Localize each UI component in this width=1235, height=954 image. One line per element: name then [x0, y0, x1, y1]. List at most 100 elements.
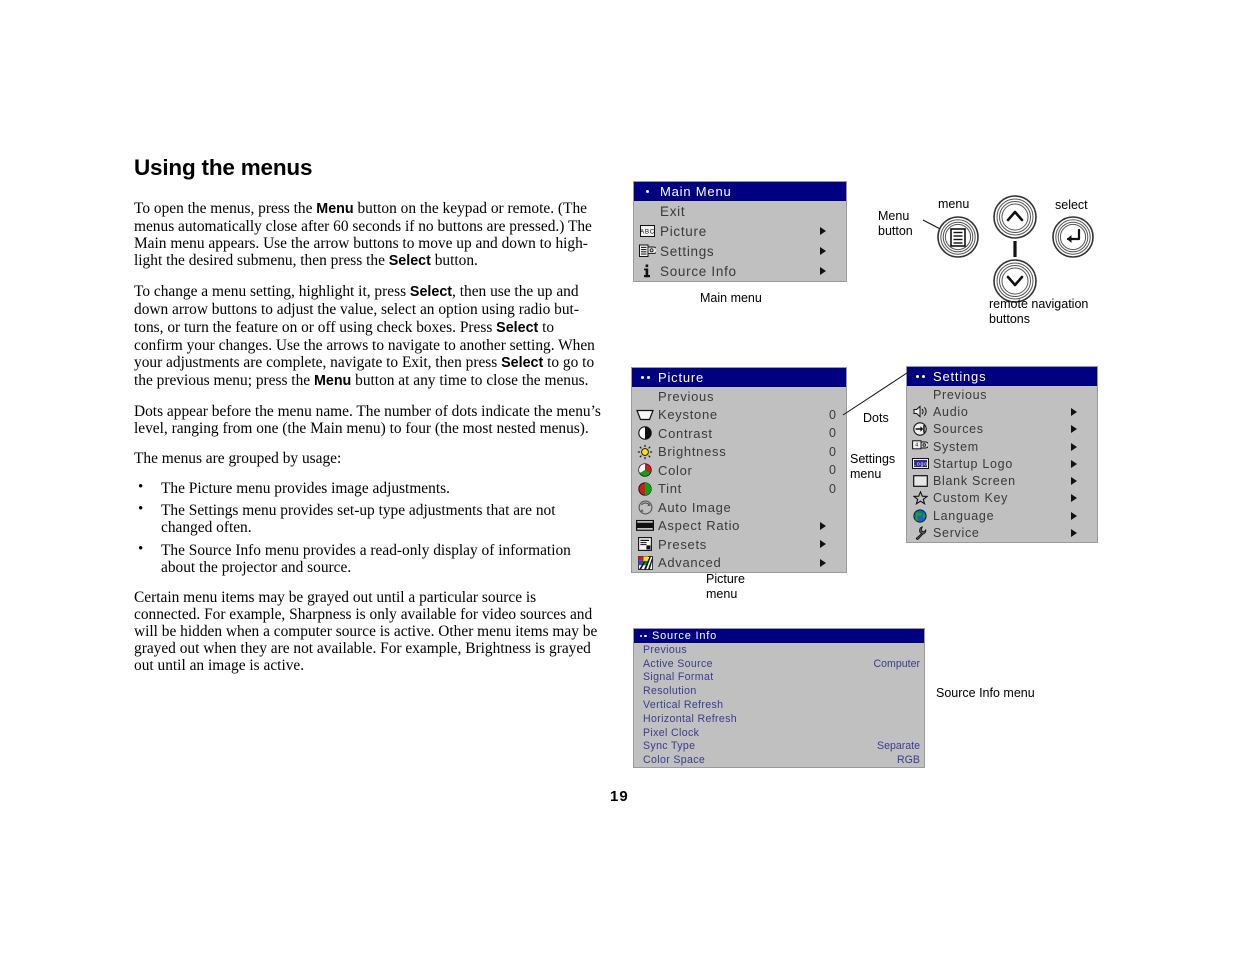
menu-item-startup-logo[interactable]: Logo Startup Logo: [907, 455, 1097, 472]
menu-item-label: Horizontal Refresh: [643, 712, 738, 725]
menu-item-previous[interactable]: Previous: [907, 386, 1097, 403]
chevron-right-icon: [820, 267, 836, 275]
menu-item-color[interactable]: Color 0: [632, 461, 846, 480]
menu-item-language[interactable]: Language: [907, 507, 1097, 524]
menu-item-label: Service: [933, 526, 980, 541]
select-button-icon: [1052, 216, 1094, 258]
chevron-right-icon: [820, 521, 836, 530]
menu-item-custom-key[interactable]: Custom Key: [907, 490, 1097, 507]
menu-item-value: Separate: [877, 740, 920, 753]
menu-item-sources[interactable]: Sources: [907, 421, 1097, 438]
menu-item-service[interactable]: Service: [907, 524, 1097, 541]
select-keyword-3: Select: [496, 319, 539, 336]
menu-item-system[interactable]: 4 System: [907, 438, 1097, 455]
sliders-icon: [634, 243, 660, 259]
advanced-icon: [632, 555, 658, 571]
menu-item-exit[interactable]: Exit: [634, 201, 846, 221]
menu-item-label: Pixel Clock: [643, 726, 700, 739]
menu-item-signal-format: Signal Format: [634, 671, 924, 685]
list-item: • The Picture menu provides image adjustm…: [134, 479, 604, 497]
select-keyword-4: Select: [501, 354, 544, 371]
down-arrow-button-icon: [993, 259, 1037, 303]
menu-item-presets[interactable]: Presets: [632, 535, 846, 554]
svg-text:Logo: Logo: [913, 462, 928, 468]
menu-item-auto-image[interactable]: Auto Image: [632, 498, 846, 517]
chevron-right-icon: [820, 558, 836, 567]
settings-menu-panel[interactable]: Settings Previous Audio Sources 4 System…: [906, 366, 1098, 543]
menu-item-picture[interactable]: ABC Picture: [634, 221, 846, 241]
list-item-label: The Settings menu provides set-up type a…: [161, 502, 556, 537]
menu-item-label: Audio: [933, 404, 969, 419]
picture-menu-panel[interactable]: Picture Previous Keystone 0 Contrast 0 B…: [631, 367, 847, 573]
menu-item-value: 0: [829, 444, 836, 459]
menu-item-value: 0: [829, 481, 836, 496]
menu-button-label: Menu button: [878, 209, 913, 238]
article-text-column: Using the menus To open the menus, press…: [134, 155, 604, 687]
select-keyword-2: Select: [409, 284, 453, 301]
menu-item-previous[interactable]: Previous: [634, 643, 924, 657]
menu-item-value: 0: [829, 463, 836, 478]
menu-item-label: Tint: [658, 481, 682, 497]
menu-item-label: System: [933, 439, 979, 454]
paragraph-4: The menus are grouped by usage:: [134, 450, 342, 468]
menu-item-aspect-ratio[interactable]: Aspect Ratio: [632, 517, 846, 536]
settings-menu-titlebar: Settings: [907, 367, 1097, 386]
menu-button-icon: [937, 216, 979, 258]
menu-item-audio[interactable]: Audio: [907, 403, 1097, 420]
no-icon: [632, 388, 658, 404]
chevron-right-icon: [1071, 494, 1087, 503]
wrench-icon: [907, 525, 933, 541]
source-info-titlebar: Source Info: [634, 629, 924, 643]
list-item: • The Source Info menu provides a read-on…: [134, 540, 604, 576]
paragraph-1: To open the menus, press the Menu button…: [134, 200, 592, 270]
contrast-icon: [632, 425, 658, 441]
paragraph-3: Dots appear before the menu name. The nu…: [134, 402, 601, 438]
menu-item-tint[interactable]: Tint 0: [632, 480, 846, 499]
submenu-arrow-wrap: [820, 247, 846, 255]
brightness-icon: [632, 444, 658, 460]
menu-item-label: Previous: [643, 643, 688, 656]
source-info-menu-panel[interactable]: Source Info Previous Active Source Compu…: [633, 628, 925, 769]
menu-item-label: Sources: [933, 422, 984, 437]
menu-item-previous[interactable]: Previous: [632, 387, 846, 406]
menu-item-label: Custom Key: [933, 491, 1009, 506]
paragraph-2: To change a menu setting, highlight it, …: [134, 283, 595, 389]
level-dots: [632, 376, 658, 379]
menu-keyword: Menu: [316, 201, 354, 217]
menu-item-settings[interactable]: Settings: [634, 241, 846, 261]
page-number: 19: [610, 788, 629, 805]
chevron-right-icon: [1071, 407, 1087, 416]
menu-item-label: Brightness: [658, 444, 727, 460]
menu-label: menu: [938, 197, 970, 211]
bullet-icon: •: [138, 540, 144, 557]
menu-item-source-info[interactable]: Source Info: [634, 261, 846, 281]
svg-text:4: 4: [915, 442, 919, 448]
chevron-right-icon: [820, 247, 836, 255]
menu-item-label: Keystone: [658, 407, 718, 423]
menu-item-contrast[interactable]: Contrast 0: [632, 424, 846, 443]
menu-item-label: Aspect Ratio: [658, 518, 741, 534]
menu-item-brightness[interactable]: Brightness 0: [632, 443, 846, 462]
auto-image-icon: [632, 499, 658, 515]
svg-text:ABC: ABC: [640, 229, 655, 236]
star-icon: [907, 490, 933, 506]
chevron-right-icon: [820, 540, 836, 549]
menu-item-value: RGB: [897, 754, 920, 767]
abc-icon: ABC: [634, 223, 660, 239]
settings-menu-caption: Settings menu: [850, 452, 896, 481]
menu-item-keystone[interactable]: Keystone 0: [632, 406, 846, 425]
menu-item-label: Color Space: [643, 754, 706, 767]
menu-item-label: Language: [933, 508, 995, 523]
picture-menu-caption: Picture menu: [706, 572, 745, 601]
menu-item-label: Contrast: [658, 425, 713, 441]
source-info-menu-caption: Source Info menu: [936, 686, 1035, 700]
menu-item-blank-screen[interactable]: Blank Screen: [907, 472, 1097, 489]
menu-item-label: Blank Screen: [933, 474, 1016, 489]
menu-item-label: Color: [658, 462, 693, 478]
menu-item-label: Exit: [660, 203, 686, 219]
menu-item-sync-type: Sync Type Separate: [634, 740, 924, 754]
menu-item-advanced[interactable]: Advanced: [632, 554, 846, 573]
main-menu-panel[interactable]: Main Menu Exit ABC Picture Settings Sour…: [633, 181, 847, 282]
submenu-arrow-wrap: [820, 267, 846, 275]
globe-icon: [907, 508, 933, 524]
